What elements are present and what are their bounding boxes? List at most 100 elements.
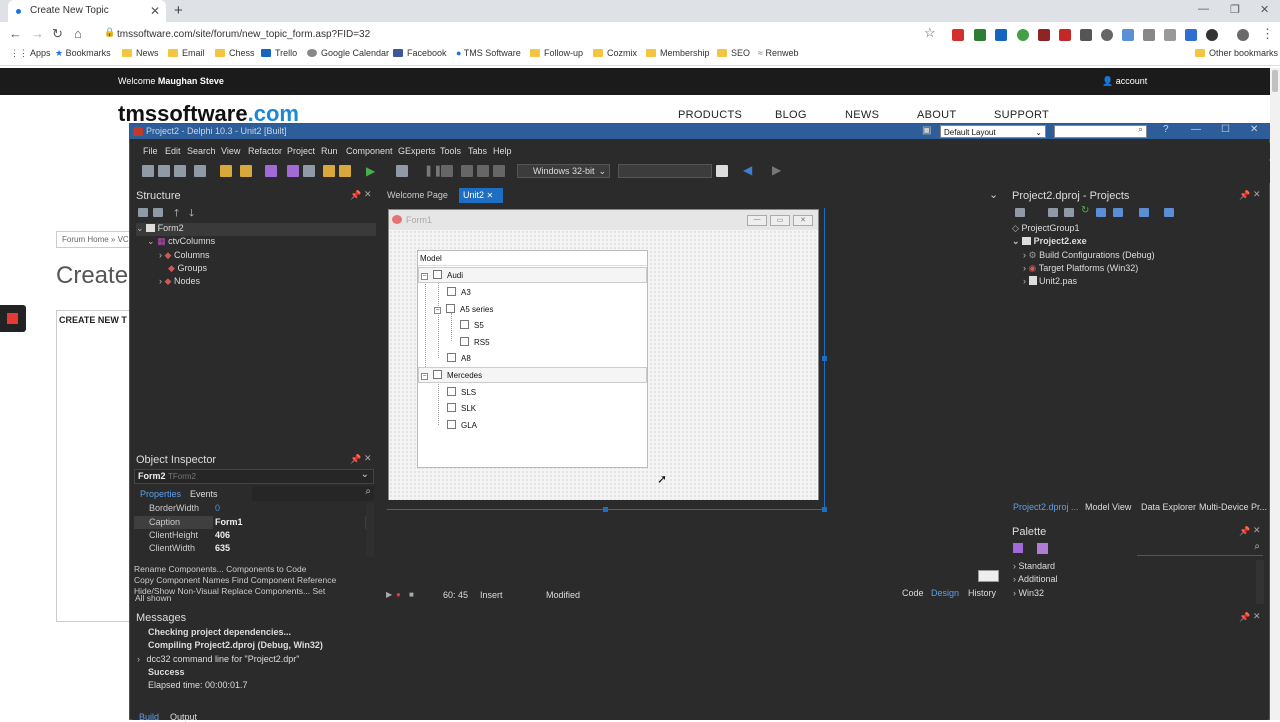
bookmark-facebook[interactable]: Facebook [393,48,447,58]
palette-category[interactable]: › Additional [1013,574,1058,584]
menu-run[interactable]: Run [321,146,338,156]
forward-arrow-icon[interactable]: → [31,26,44,41]
run-without-debug-icon[interactable] [396,165,408,177]
profile-avatar[interactable] [1237,29,1249,41]
property-row[interactable]: ClientHeight 406 [134,529,366,542]
bookmark-star-icon[interactable]: ☆ [924,25,936,41]
add-file-icon[interactable] [323,165,335,177]
bookmark-other[interactable]: Other bookmarks [1195,48,1278,58]
bookmark-email[interactable]: Email [168,48,205,58]
extension-icon[interactable] [1122,29,1134,41]
extension-icon[interactable] [1185,29,1197,41]
tab-code[interactable]: Code [902,588,924,598]
close-panel-icon[interactable]: ✕ [1253,611,1261,622]
save-all-icon[interactable] [174,165,186,177]
tab-design[interactable]: Design [931,588,959,598]
tab-history[interactable]: History [968,588,996,598]
stop-macro-icon[interactable]: ■ [409,590,414,599]
nav-support[interactable]: SUPPORT [994,109,1049,121]
step-over-icon[interactable] [461,165,473,177]
property-row[interactable]: BorderWidth 0 [134,502,366,515]
project-node[interactable]: › ⚙ Build Configurations (Debug) [1023,250,1155,261]
config-select[interactable] [618,164,712,178]
remove-file-icon[interactable] [339,165,351,177]
property-row[interactable]: Caption Form1 [134,516,366,529]
close-panel-icon[interactable]: ✕ [1253,525,1261,536]
tab-multi-device[interactable]: Multi-Device Pr... [1199,502,1267,512]
device-icon[interactable] [716,165,728,177]
message-line[interactable]: Checking project dependencies... [148,627,291,637]
sort-icon[interactable] [1139,208,1149,217]
open-project-icon[interactable] [240,165,252,177]
structure-node[interactable]: ⌄ ▦ ctvColumns [147,236,215,247]
refresh-icon[interactable]: ↻ [1081,205,1089,216]
close-panel-icon[interactable]: ✕ [364,453,372,464]
property-row[interactable]: ClientWidth 635 [134,542,366,555]
play-macro-icon[interactable]: ▶ [386,590,392,599]
arrow-up-icon[interactable]: 🡑 [174,206,179,223]
close-file-icon[interactable] [194,165,206,177]
bookmark-tms-software[interactable]: ● TMS Software [456,48,521,58]
close-tab-icon[interactable]: ✕ [487,191,494,200]
back-arrow-icon[interactable]: ← [9,26,22,41]
bookmark-renweb[interactable]: ≈ Renweb [758,48,798,58]
extension-icon[interactable] [1080,29,1092,41]
tab-unit2[interactable]: Unit2 ✕ [459,188,503,203]
property-search-input[interactable]: ⌕ [252,486,374,501]
resize-handle[interactable] [822,507,827,512]
bookmark-news[interactable]: News [122,48,159,58]
menu-file[interactable]: File [143,146,158,156]
close-tab-icon[interactable]: ✕ [150,0,160,22]
tab-events[interactable]: Events [190,489,218,499]
new-items-icon[interactable] [220,165,232,177]
pin-icon[interactable]: 📌 [1239,190,1250,201]
structure-node[interactable]: ⌄ Form2 [136,223,376,236]
new-folder-icon[interactable] [1064,208,1074,217]
close-panel-icon[interactable]: ✕ [364,189,372,200]
extension-icon[interactable] [1164,29,1176,41]
nonvisual-components-icon[interactable] [978,570,999,582]
chrome-menu-icon[interactable]: ⋮ [1261,26,1274,42]
inspector-scrollbar[interactable] [366,503,374,557]
palette-categories-icon[interactable] [1013,543,1023,553]
menu-tools[interactable]: Tools [440,146,461,156]
close-panel-icon[interactable]: ✕ [1253,189,1261,200]
maximize-icon[interactable]: ❐ [1230,3,1240,16]
browser-tab[interactable]: Create New Topic ✕ [8,0,166,22]
pin-icon[interactable]: 📌 [350,190,361,201]
message-line[interactable]: Success [148,667,185,677]
reload-icon[interactable]: ↻ [52,26,63,42]
menu-search[interactable]: Search [187,146,216,156]
bookmark-seo[interactable]: SEO [717,48,750,58]
bookmark-google-calendar[interactable]: Google Calendar [307,48,389,58]
message-line[interactable]: Compiling Project2.dproj (Debug, Win32) [148,640,323,650]
resize-handle[interactable] [822,356,827,361]
recording-widget[interactable] [0,305,26,332]
bookmark-apps[interactable]: ⋮⋮ Apps [10,48,51,59]
structure-node[interactable]: › ◆ Nodes [159,276,200,287]
menu-help[interactable]: Help [493,146,512,156]
extension-icon[interactable] [995,29,1007,41]
extension-icon[interactable] [1059,29,1071,41]
forward-nav-icon[interactable]: ▶ [772,163,781,177]
tab-build[interactable]: Build [139,712,159,722]
tab-data-explorer[interactable]: Data Explorer [1141,502,1196,512]
pin-icon[interactable]: 📌 [1239,526,1250,537]
desktop-layout-icon[interactable]: ▣ [922,125,931,136]
breadcrumb[interactable]: Forum Home » VC [56,231,136,248]
close-window-icon[interactable]: ✕ [1260,3,1269,16]
bookmark-cozmix[interactable]: Cozmix [593,48,637,58]
views-icon[interactable] [1164,208,1174,217]
collapse-all-icon[interactable] [153,208,163,217]
project-node[interactable]: ⌄ Project2.exe [1012,236,1087,247]
stop-debug-icon[interactable] [441,165,453,177]
help-icon[interactable]: ? [1163,124,1169,135]
page-scrollbar[interactable] [1270,68,1280,720]
bookmark-membership[interactable]: Membership [646,48,710,58]
structure-node[interactable]: ◆ Groups [168,263,207,274]
minimize-icon[interactable]: — [1198,3,1209,15]
inspector-links-row[interactable]: Copy Component Names Find Component Refe… [134,575,374,586]
open-icon[interactable] [158,165,170,177]
bookmark-trello[interactable]: Trello [261,48,297,58]
nav-blog[interactable]: BLOG [775,109,807,121]
